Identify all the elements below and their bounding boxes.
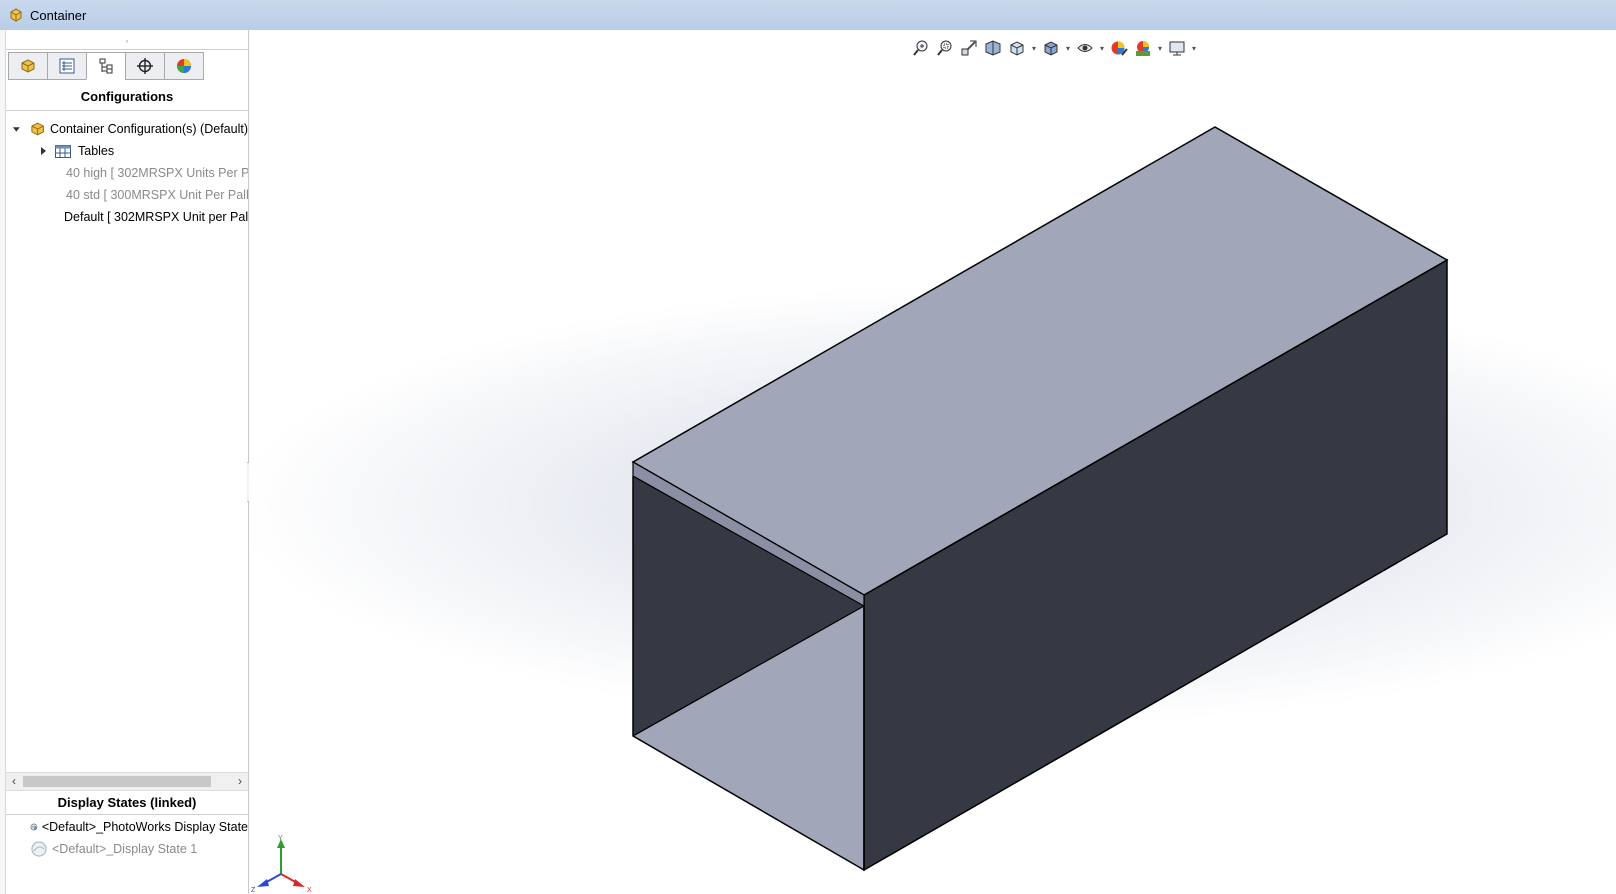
scroll-left-icon[interactable]: ‹ [6, 773, 22, 790]
expand-triangle-icon[interactable] [38, 146, 48, 156]
display-states-title: Display States (linked) [6, 792, 248, 815]
model-view[interactable] [249, 30, 1616, 894]
crosshair-icon [137, 58, 153, 74]
config-item-default[interactable]: Default [ 302MRSPX Unit per Pallet [6, 206, 248, 228]
config-item-40-std[interactable]: 40 std [ 300MRSPX Unit Per Pallet [6, 184, 248, 206]
display-state-icon [31, 841, 47, 857]
configuration-manager-icon [99, 58, 113, 74]
axis-triad: Y X Z [251, 835, 312, 894]
display-state-item[interactable]: <Default>_PhotoWorks Display State [6, 816, 248, 838]
config-label: 40 std [ 300MRSPX Unit Per Pallet [66, 188, 248, 202]
tab-display-manager[interactable] [164, 52, 204, 80]
table-folder-icon [55, 145, 71, 158]
scroll-right-icon[interactable]: › [232, 773, 248, 790]
collapse-triangle-icon[interactable] [12, 124, 21, 134]
property-manager-icon [59, 58, 75, 74]
feature-manager-icon [21, 59, 35, 73]
display-states-list: <Default>_PhotoWorks Display State <Defa… [6, 816, 248, 860]
title-bar: Container [0, 0, 1616, 30]
pane-grip[interactable]: ◦ [6, 33, 248, 50]
tree-item-tables[interactable]: Tables [6, 140, 248, 162]
configuration-tree: Container Configuration(s) (Default) Tab… [6, 118, 248, 228]
window-title: Container [30, 7, 87, 23]
tab-property-manager[interactable] [47, 52, 87, 80]
tree-item-label: Tables [78, 144, 115, 158]
manager-tabs [8, 52, 204, 80]
display-manager-icon [177, 59, 191, 73]
display-state-item[interactable]: <Default>_Display State 1 [6, 838, 248, 860]
tree-root[interactable]: Container Configuration(s) (Default) [6, 118, 248, 140]
display-state-icon [30, 823, 38, 831]
manager-pane-content: ◦ Configurations Container Configuration… [5, 30, 248, 894]
config-item-40-high[interactable]: 40 high [ 302MRSPX Units Per Pallet [6, 162, 248, 184]
tab-feature-manager[interactable] [8, 52, 48, 80]
triad-z-label: Z [251, 887, 256, 894]
display-state-label: <Default>_PhotoWorks Display State [41, 820, 248, 834]
config-label: Default [ 302MRSPX Unit per Pallet [64, 210, 248, 224]
tab-dimxpert-manager[interactable] [125, 52, 165, 80]
display-state-label: <Default>_Display State 1 [52, 842, 198, 856]
part-icon [10, 8, 22, 22]
config-label: 40 high [ 302MRSPX Units Per Pallet [66, 166, 248, 180]
tree-root-label: Container Configuration(s) (Default) [49, 122, 248, 136]
horizontal-scrollbar[interactable]: ‹ › [6, 772, 248, 791]
scroll-thumb[interactable] [23, 776, 211, 787]
tab-configuration-manager[interactable] [86, 52, 126, 80]
graphics-area[interactable]: ▾ ▾ ▾ ▾ ▾ Y X Z [249, 30, 1616, 894]
part-icon [31, 122, 44, 136]
panel-title: Configurations [6, 84, 248, 111]
triad-y-label: Y [278, 835, 283, 842]
triad-x-label: X [307, 887, 312, 894]
manager-pane: ◦ Configurations Container Configuration… [0, 30, 249, 894]
